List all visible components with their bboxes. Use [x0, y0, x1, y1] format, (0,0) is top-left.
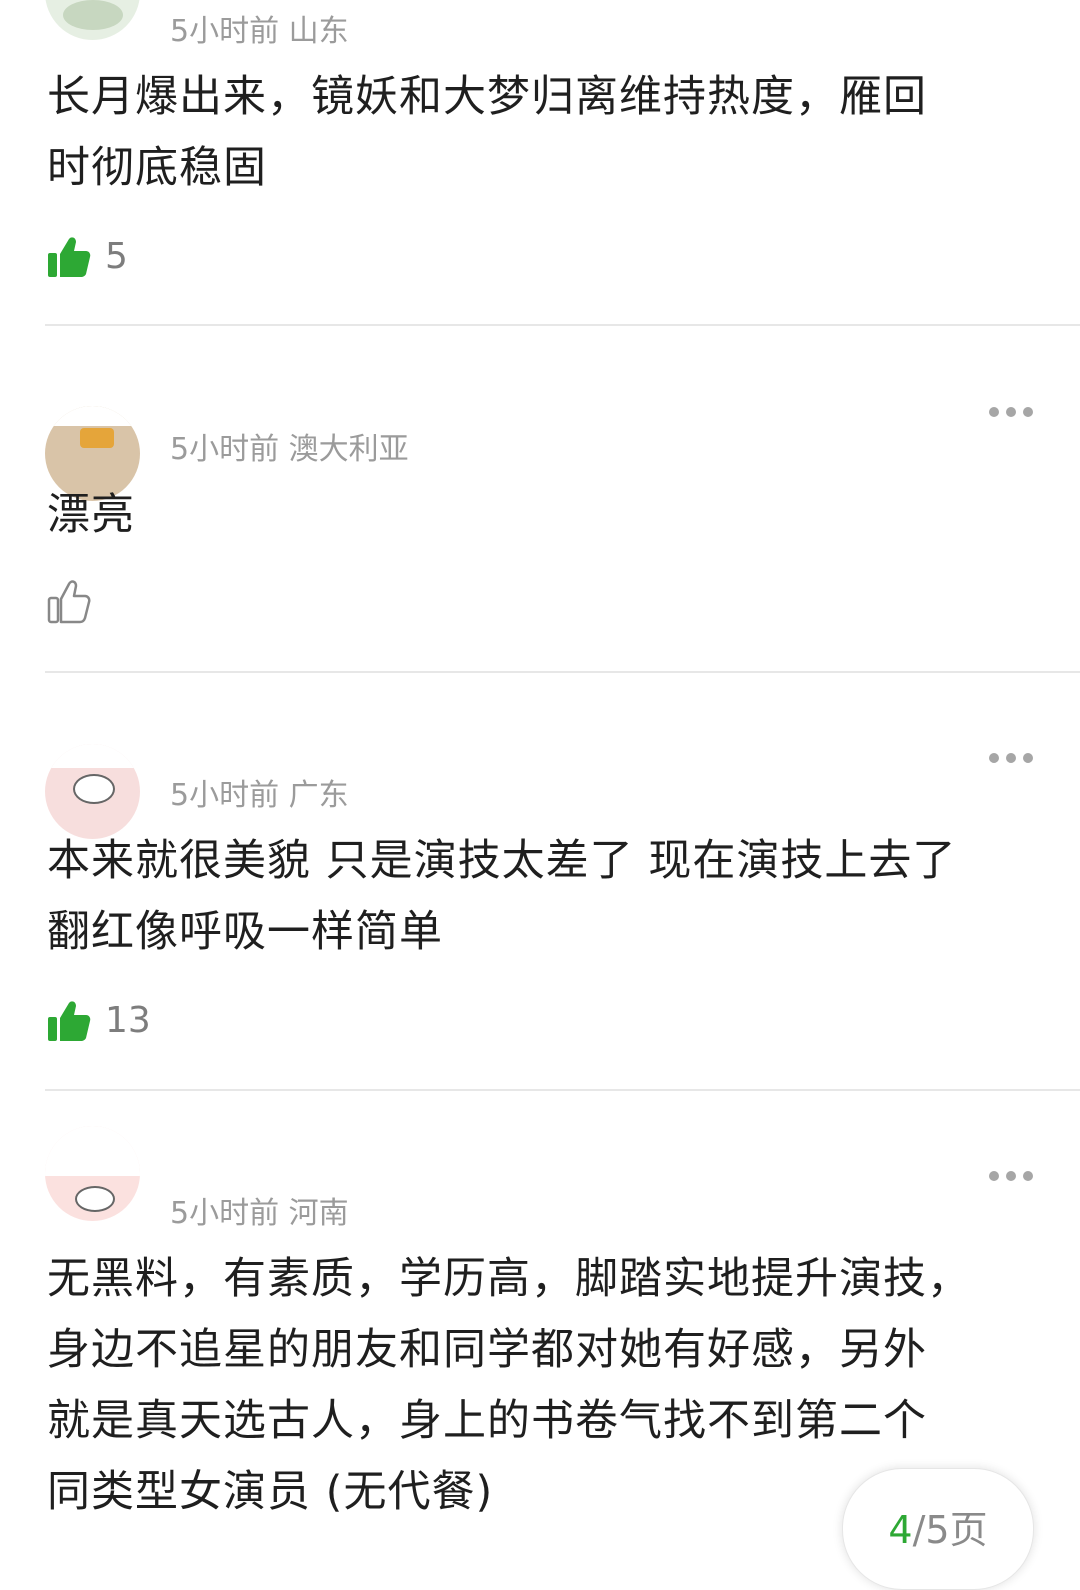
avatar[interactable]: [45, 744, 140, 839]
thumbs-up-filled-icon: [48, 237, 91, 277]
comment-meta: 5小时前 澳大利亚: [170, 424, 409, 468]
comment-meta: 5小时前 广东: [170, 770, 349, 814]
comment-text-line: 漂亮: [47, 490, 135, 540]
avatar[interactable]: [45, 1126, 140, 1221]
comment-text-line: 长月爆出来，镜妖和大梦归离维持热度，雁回: [47, 72, 927, 122]
comment-location: 河南: [288, 1196, 349, 1231]
total-pages: 5: [925, 1508, 950, 1552]
like-button[interactable]: [47, 576, 105, 624]
comment-time: 5小时前: [170, 14, 280, 49]
comment-item: 5小时前 澳大利亚 漂亮: [0, 326, 1080, 672]
avatar[interactable]: [45, 0, 140, 40]
comment-location: 山东: [288, 14, 349, 49]
like-button[interactable]: 5: [47, 232, 128, 280]
comment-location: 澳大利亚: [288, 432, 409, 467]
comment-item: 5小时前 广东 本来就很美貌 只是演技太差了 现在演技上去了 翻红像呼吸一样简单…: [0, 672, 1080, 1090]
comment-text-line: 无黑料，有素质，学历高，脚踏实地提升演技，: [47, 1254, 971, 1304]
more-dots-icon: [989, 753, 999, 763]
comment-text: 本来就很美貌 只是演技太差了 现在演技上去了 翻红像呼吸一样简单: [47, 826, 1037, 968]
more-options-button[interactable]: [989, 752, 1033, 764]
comment-text-line: 身边不追星的朋友和同学都对她有好感，另外: [47, 1325, 927, 1375]
comment-text-line: 时彻底稳固: [47, 143, 267, 193]
thumbs-up-filled-icon: [48, 1001, 91, 1041]
comment-time: 5小时前: [170, 432, 280, 467]
more-dots-icon: [989, 407, 999, 417]
page-indicator-text: 4/5页: [843, 1499, 1033, 1554]
comment-item: 5小时前 山东 长月爆出来，镜妖和大梦归离维持热度，雁回 时彻底稳固 5: [0, 0, 1080, 326]
page-separator: /: [912, 1508, 926, 1552]
comment-text: 长月爆出来，镜妖和大梦归离维持热度，雁回 时彻底稳固: [47, 62, 1037, 204]
comment-text-line: 翻红像呼吸一样简单: [47, 907, 443, 957]
comment-time: 5小时前: [170, 1196, 280, 1231]
more-options-button[interactable]: [989, 406, 1033, 418]
comment-text-line: 就是真天选古人，身上的书卷气找不到第二个: [47, 1396, 927, 1446]
comment-time: 5小时前: [170, 778, 280, 813]
comment-text: 漂亮: [47, 480, 1037, 551]
more-options-button[interactable]: [989, 1170, 1033, 1182]
like-button[interactable]: 13: [47, 996, 151, 1044]
comment-text-line: 本来就很美貌 只是演技太差了 现在演技上去了: [47, 836, 957, 886]
like-count: 13: [105, 999, 151, 1041]
page-indicator[interactable]: 4/5页: [842, 1468, 1034, 1590]
comment-meta: 5小时前 河南: [170, 1188, 349, 1232]
thumbs-up-outline-icon: [47, 580, 91, 624]
like-count: 5: [105, 235, 128, 277]
more-dots-icon: [989, 1171, 999, 1181]
comment-meta: 5小时前 山东: [170, 6, 349, 50]
current-page: 4: [888, 1508, 913, 1552]
comment-location: 广东: [288, 778, 349, 813]
page-unit: 页: [949, 1508, 988, 1552]
